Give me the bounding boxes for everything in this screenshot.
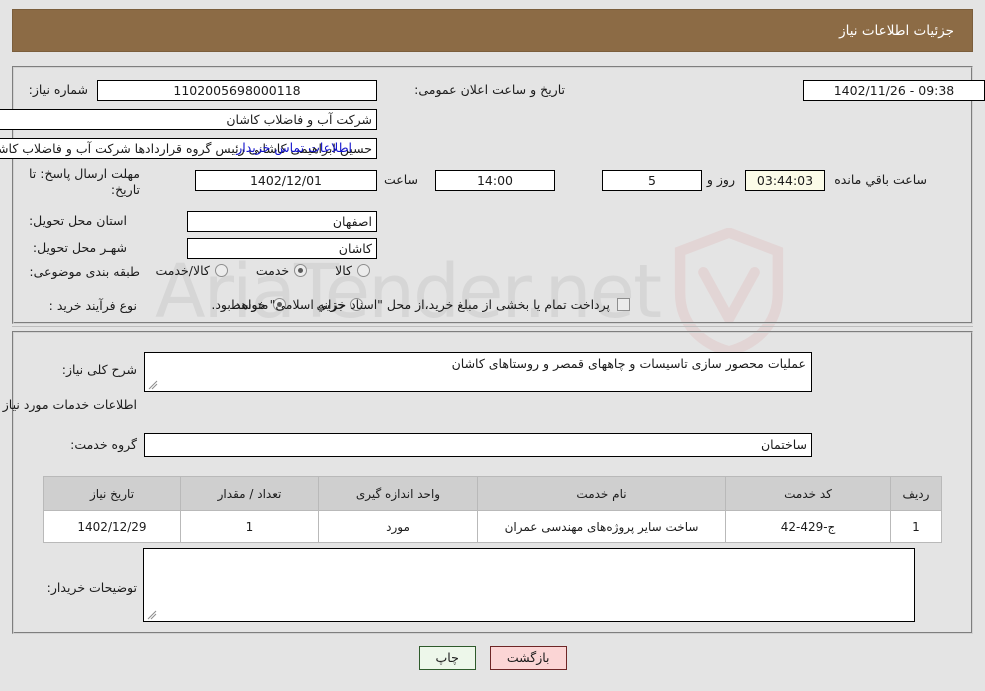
table-row: 1 ج-429-42 ساخت سایر پروژه‌های مهندسی عم…	[43, 510, 942, 543]
cell-service-name: ساخت سایر پروژه‌های مهندسی عمران	[477, 510, 726, 543]
services-section-heading: اطلاعات خدمات مورد نیاز	[2, 397, 137, 412]
radio-circle-icon[interactable]	[294, 264, 308, 277]
table-header-quantity: تعداد / مقدار	[180, 476, 319, 511]
delivery-province-value[interactable]: اصفهان	[187, 211, 377, 232]
buyer-notes-box[interactable]	[143, 548, 915, 622]
table-header-service-code: کد خدمت	[725, 476, 891, 511]
treasury-note-row[interactable]: پرداخت تمام یا بخشی از مبلغ خرید،از محل …	[211, 297, 630, 312]
panel-divider	[12, 326, 973, 327]
category-label-row: طبقه بندی موضوعی:	[29, 264, 140, 279]
treasury-checkbox[interactable]	[617, 298, 630, 311]
general-need-description-label: شرح کلی نیاز:	[61, 362, 137, 377]
buyer-contact-link-row[interactable]: اطلاعات تماس خریدار	[236, 140, 352, 155]
need-info-panel	[12, 66, 973, 324]
general-desc-label-row: شرح کلی نیاز:	[62, 362, 137, 377]
general-need-description-box[interactable]: عملیات محصور سازی تاسیسات و چاههای قمصر …	[144, 352, 812, 392]
resize-grip-icon[interactable]	[147, 610, 157, 620]
hour-label: ساعت	[383, 172, 418, 187]
hour-value[interactable]: 14:00	[435, 170, 555, 191]
buyer-contact-link[interactable]: اطلاعات تماس خریدار	[236, 140, 352, 155]
table-header-row: ردیف کد خدمت نام خدمت واحد اندازه گیری ت…	[43, 476, 942, 511]
need-number-label-row: شماره نیاز:	[29, 82, 88, 97]
announce-datetime-label: تاریخ و ساعت اعلان عمومی:	[414, 82, 565, 97]
province-label-row: استان محل تحویل:	[29, 213, 127, 228]
category-option-label: کالا/خدمت	[155, 263, 210, 278]
resize-grip-icon[interactable]	[148, 380, 158, 390]
delivery-province-label: استان محل تحویل:	[28, 213, 127, 228]
service-group-value[interactable]: ساختمان	[144, 433, 812, 457]
category-radio-kala[interactable]: کالا	[335, 263, 370, 278]
deadline-label-row: مهلت ارسال پاسخ: تا تاریخ:	[10, 166, 140, 198]
treasury-note-label: پرداخت تمام یا بخشی از مبلغ خرید،از محل …	[211, 297, 610, 312]
days-label-row: روز و	[707, 172, 735, 187]
category-radio-group[interactable]: کالا خدمت کالا/خدمت	[155, 263, 370, 278]
deadline-date-value[interactable]: 1402/12/01	[195, 170, 377, 191]
announce-datetime-value[interactable]: 1402/11/26 - 09:38	[803, 80, 985, 101]
back-button[interactable]: بازگشت	[489, 646, 567, 670]
delivery-city-value[interactable]: کاشان	[187, 238, 377, 259]
general-need-description-value: عملیات محصور سازی تاسیسات و چاههای قمصر …	[451, 356, 806, 371]
cell-need-date: 1402/12/29	[43, 510, 181, 543]
category-option-label: کالا	[335, 263, 352, 278]
radio-circle-icon[interactable]	[357, 264, 370, 277]
countdown-label-row: ساعت باقي مانده	[834, 172, 927, 187]
purchase-process-label: نوع فرآیند خرید :	[48, 298, 137, 313]
countdown-value: 03:44:03	[745, 170, 825, 191]
table-header-unit: واحد اندازه گیری	[318, 476, 478, 511]
table-header-need-date: تاریخ نیاز	[43, 476, 181, 511]
service-group-label: گروه خدمت:	[70, 437, 137, 452]
page-title: جزئیات اطلاعات نیاز	[839, 22, 954, 39]
category-radio-khedmat[interactable]: خدمت	[255, 263, 308, 278]
print-button[interactable]: چاپ	[418, 646, 476, 670]
action-button-bar: بازگشت چاپ	[0, 646, 985, 670]
service-group-label-row: گروه خدمت:	[70, 437, 137, 452]
category-radio-kala-khedmat[interactable]: کالا/خدمت	[155, 263, 228, 278]
subject-category-label: طبقه بندی موضوعی:	[29, 264, 140, 279]
city-label-row: شهـر محل تحویل:	[33, 240, 127, 255]
cell-unit: مورد	[318, 510, 478, 543]
table-header-service-name: نام خدمت	[477, 476, 726, 511]
cell-row-no: 1	[890, 510, 942, 543]
days-remaining-label: روز و	[706, 172, 735, 187]
radio-circle-icon[interactable]	[214, 264, 228, 277]
days-remaining-value[interactable]: 5	[602, 170, 702, 191]
buyer-notes-label: توضیحات خریدار:	[46, 580, 137, 595]
cell-service-code: ج-429-42	[725, 510, 891, 543]
category-option-label: خدمت	[255, 263, 290, 278]
cell-quantity: 1	[180, 510, 319, 543]
buyer-notes-label-row: توضیحات خریدار:	[47, 580, 137, 595]
response-deadline-label: مهلت ارسال پاسخ: تا تاریخ:	[29, 166, 140, 197]
buyer-org-value[interactable]: شرکت آب و فاضلاب کاشان	[0, 109, 377, 130]
delivery-city-label: شهـر محل تحویل:	[32, 240, 127, 255]
table-header-row-no: ردیف	[890, 476, 942, 511]
announce-label-row: تاریخ و ساعت اعلان عمومی:	[414, 82, 565, 97]
hours-remaining-label: ساعت باقي مانده	[834, 172, 927, 187]
need-number-label: شماره نیاز:	[28, 82, 88, 97]
hour-label-row: ساعت	[384, 172, 418, 187]
need-number-value[interactable]: 1102005698000118	[97, 80, 377, 101]
services-table: ردیف کد خدمت نام خدمت واحد اندازه گیری ت…	[43, 476, 942, 543]
page-header: جزئیات اطلاعات نیاز	[12, 9, 973, 52]
process-label-row: نوع فرآیند خرید :	[49, 298, 137, 313]
